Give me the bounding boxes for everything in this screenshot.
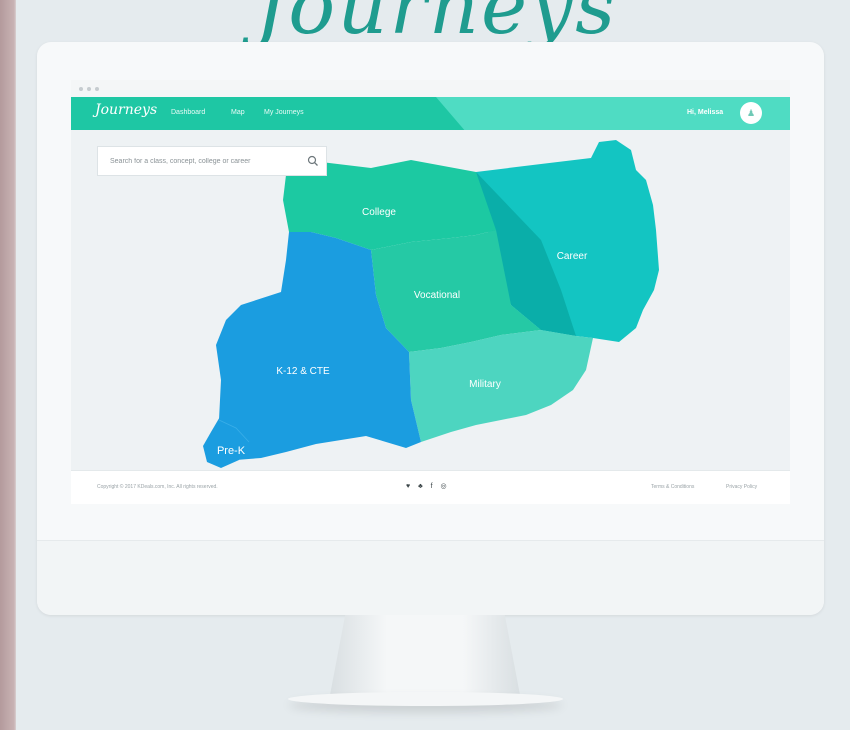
- search-box: [97, 146, 327, 176]
- label-college: College: [362, 207, 396, 218]
- monitor-base: [288, 692, 563, 706]
- label-k12-cte: K-12 & CTE: [276, 366, 330, 377]
- copyright-text: Copyright © 2017 KDeals.com, Inc. All ri…: [97, 484, 218, 490]
- page-footer: Copyright © 2017 KDeals.com, Inc. All ri…: [71, 470, 790, 504]
- search-icon[interactable]: [306, 154, 320, 168]
- app-screen: College Career Vocational Military K-12 …: [71, 80, 790, 504]
- social-icons[interactable]: ♥ ♣ f ◎: [406, 482, 450, 490]
- monitor-chin: [37, 540, 824, 615]
- label-military: Military: [469, 379, 501, 390]
- user-greeting: Hi, Melissa: [687, 109, 724, 116]
- app-logo[interactable]: Journeys: [95, 102, 157, 118]
- terms-link[interactable]: Terms & Conditions: [651, 484, 694, 490]
- label-vocational: Vocational: [414, 290, 460, 301]
- nav-map[interactable]: Map: [231, 109, 245, 116]
- label-pre-k: Pre-K: [217, 445, 246, 457]
- monitor-stand: [330, 615, 520, 695]
- journey-map: College Career Vocational Military K-12 …: [203, 140, 659, 468]
- search-input[interactable]: [98, 147, 298, 175]
- navbar-accent: [436, 97, 790, 130]
- top-navbar: Journeys Dashboard Map My Journeys Hi, M…: [71, 97, 790, 130]
- nav-dashboard[interactable]: Dashboard: [171, 109, 205, 116]
- label-career: Career: [557, 251, 588, 262]
- avatar[interactable]: ♟: [740, 102, 762, 124]
- nav-my-journeys[interactable]: My Journeys: [264, 109, 304, 116]
- privacy-link[interactable]: Privacy Policy: [726, 484, 757, 490]
